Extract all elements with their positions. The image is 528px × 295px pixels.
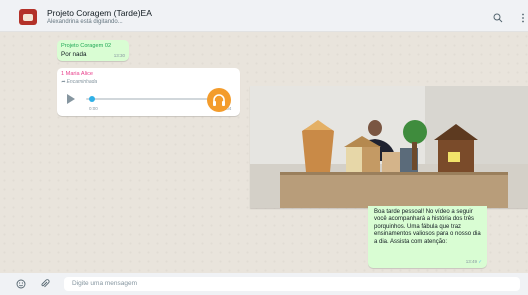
video-message-thumbnail[interactable] [250, 86, 528, 208]
message-time: 13:49 ✓ [466, 259, 482, 265]
message-text: Por nada [61, 51, 87, 58]
menu-icon[interactable] [520, 13, 526, 23]
chat-header[interactable]: Projeto Coragem (Tarde)EA Alexandrina es… [0, 0, 528, 32]
video-caption-text: Boa tarde pessoal! No vídeo a seguir voc… [374, 209, 481, 245]
read-check-icon: ✓ [476, 259, 482, 264]
forwarded-text: Encaminhada [66, 79, 98, 85]
forwarded-label: ➦ Encaminhada [61, 79, 97, 85]
video-caption-bubble[interactable]: Boa tarde pessoal! No vídeo a seguir voc… [368, 206, 487, 268]
search-icon[interactable] [493, 13, 503, 23]
audio-seek-handle[interactable] [89, 96, 95, 102]
compose-bar: Digite uma mensagem [0, 273, 528, 295]
message-input-placeholder: Digite uma mensagem [72, 280, 138, 287]
video-frame [250, 86, 528, 208]
audio-avatar-button[interactable] [207, 88, 231, 112]
attach-icon[interactable] [40, 279, 50, 289]
message-time: 13:30 [113, 53, 125, 58]
message-bubble[interactable]: Projeto Coragem 02 Por nada 13:30 [57, 40, 129, 61]
message-time-value: 13:49 [465, 259, 477, 264]
headphones-icon [213, 94, 225, 106]
message-input[interactable]: Digite uma mensagem [64, 277, 520, 291]
play-icon[interactable] [67, 94, 75, 104]
message-sender[interactable]: Projeto Coragem 02 [61, 43, 111, 49]
chat-title[interactable]: Projeto Coragem (Tarde)EA [47, 8, 152, 18]
typing-status: Alexandrina está digitando... [47, 19, 123, 25]
audio-elapsed: 0:00 [89, 106, 98, 111]
message-sender[interactable]: 1 Maria Alice [61, 71, 93, 77]
group-avatar[interactable] [19, 9, 37, 25]
emoji-icon[interactable] [16, 279, 26, 289]
